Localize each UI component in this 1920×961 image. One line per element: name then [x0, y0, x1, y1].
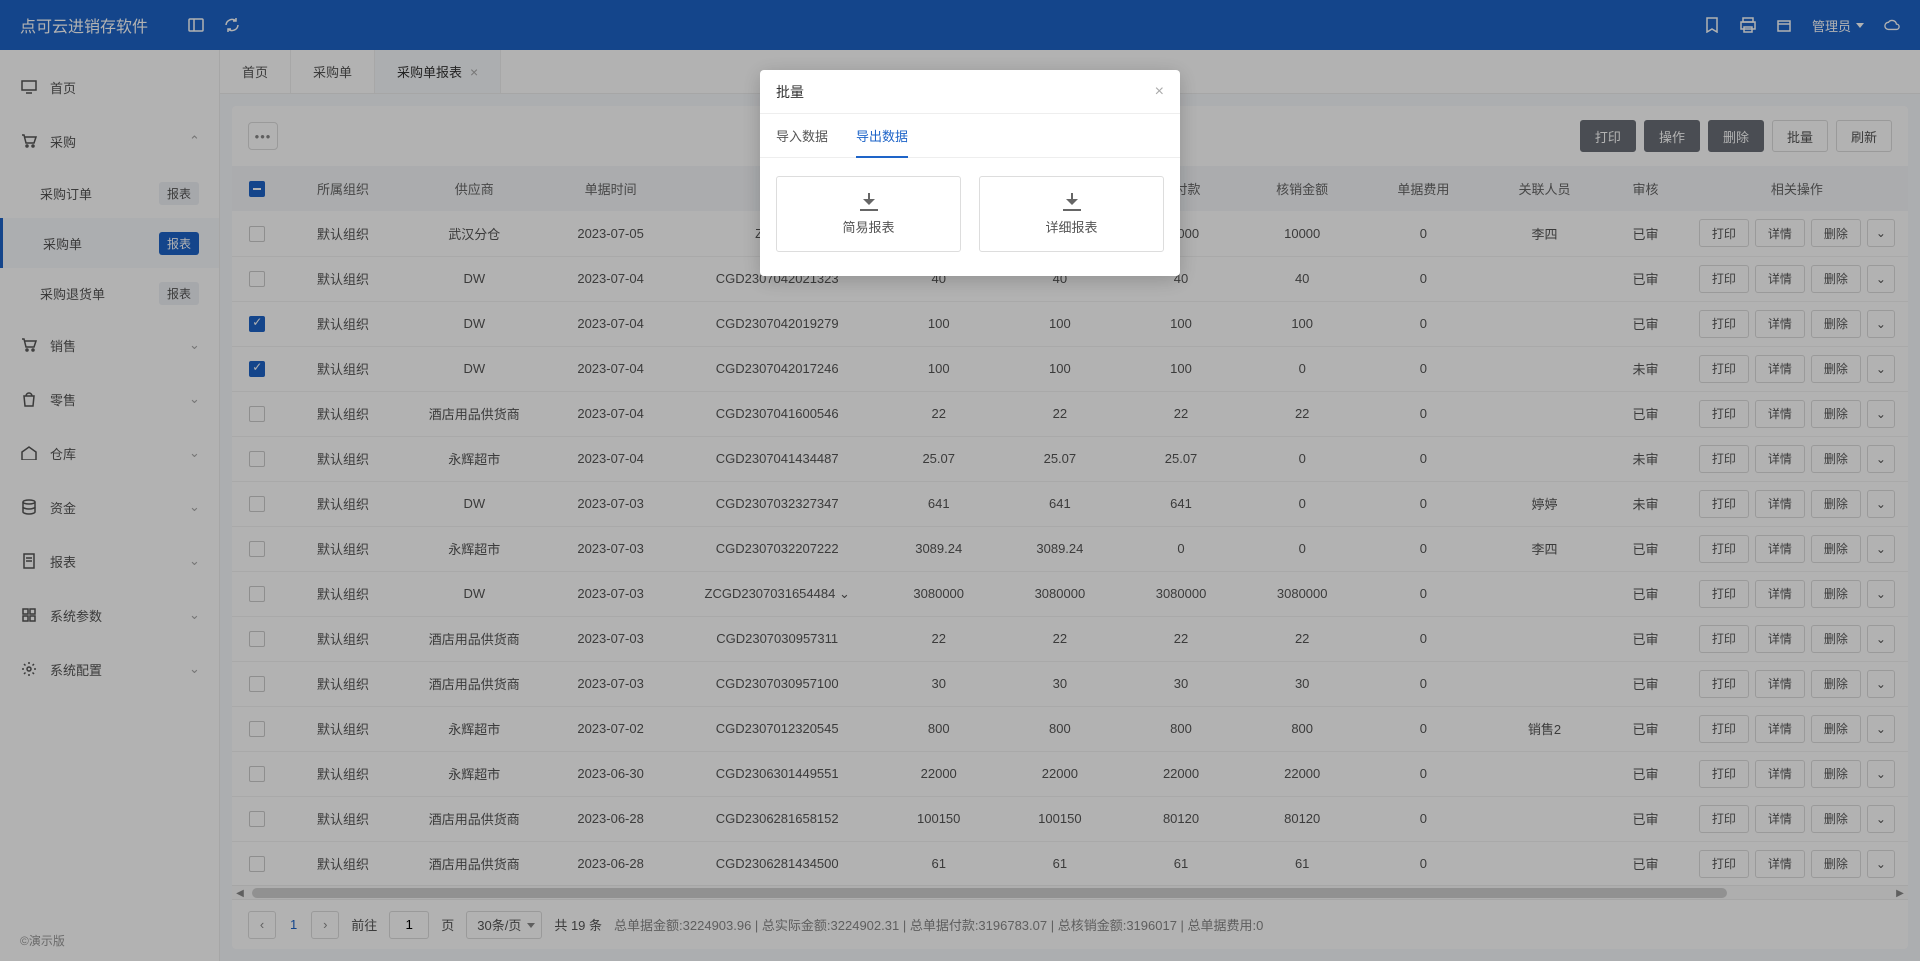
modal-title: 批量 — [776, 82, 1155, 102]
export-simple-button[interactable]: 简易报表 — [776, 176, 961, 252]
modal-tab-export[interactable]: 导出数据 — [856, 114, 908, 157]
download-icon — [860, 193, 878, 211]
modal-close-button[interactable]: × — [1155, 83, 1164, 101]
batch-modal: 批量 × 导入数据 导出数据 简易报表 详细报表 — [760, 70, 1180, 276]
export-detail-button[interactable]: 详细报表 — [979, 176, 1164, 252]
modal-tab-import[interactable]: 导入数据 — [776, 114, 828, 157]
download-icon — [1063, 193, 1081, 211]
